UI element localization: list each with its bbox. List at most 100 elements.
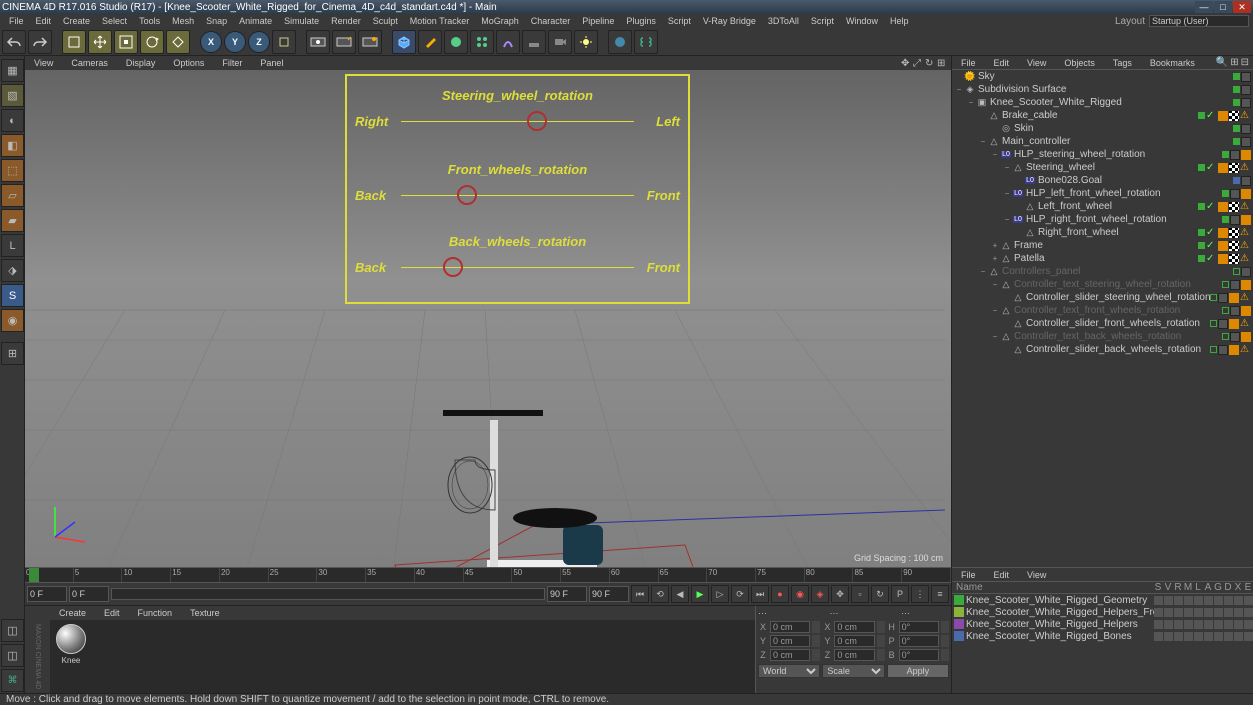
pos-z-input[interactable]	[770, 649, 810, 661]
z-axis-lock[interactable]: Z	[248, 31, 270, 53]
menu-mesh[interactable]: Mesh	[167, 16, 199, 26]
menu-pipeline[interactable]: Pipeline	[577, 16, 619, 26]
content-browser[interactable]	[608, 30, 632, 54]
coord-mode-1[interactable]: World	[758, 664, 820, 678]
material-item[interactable]: Knee	[54, 624, 88, 689]
expander-icon[interactable]: −	[990, 150, 1000, 159]
mat-menu-function[interactable]: Function	[133, 608, 178, 618]
tree-row[interactable]: +△Frame✓⚠	[952, 239, 1253, 252]
object-tags[interactable]: ⚠	[1210, 318, 1251, 329]
obj-menu-objects[interactable]: Objects	[1059, 58, 1100, 68]
vp-menu-display[interactable]: Display	[121, 58, 161, 68]
size-x-input[interactable]	[834, 621, 874, 633]
param-key[interactable]: P	[891, 585, 909, 603]
object-tags[interactable]	[1222, 332, 1251, 342]
tree-row[interactable]: L0Bone028.Goal	[952, 174, 1253, 187]
scale-tool[interactable]	[114, 30, 138, 54]
object-tags[interactable]: ✓⚠	[1198, 253, 1251, 264]
vp-menu-panel[interactable]: Panel	[255, 58, 288, 68]
render-picture-viewer[interactable]	[332, 30, 356, 54]
tree-row[interactable]: −△Controller_text_steering_wheel_rotatio…	[952, 278, 1253, 291]
array-tool[interactable]	[470, 30, 494, 54]
object-name[interactable]: Left_front_wheel	[1038, 201, 1198, 212]
tree-row[interactable]: −▣Knee_Scooter_White_Rigged	[952, 96, 1253, 109]
expander-icon[interactable]: −	[978, 137, 988, 146]
texture-mode[interactable]: ◐	[1, 109, 24, 132]
cube-primitive[interactable]	[392, 30, 416, 54]
tree-row[interactable]: △Controller_slider_back_wheels_rotation⚠	[952, 343, 1253, 356]
expander-icon[interactable]: +	[990, 241, 1000, 250]
layer-flags[interactable]	[1154, 620, 1253, 629]
viewport-layout-icon[interactable]: ⊞	[937, 58, 947, 68]
obj-menu-file[interactable]: File	[956, 58, 981, 68]
record-button[interactable]: ●	[771, 585, 789, 603]
tree-row[interactable]: 🌞Sky	[952, 70, 1253, 83]
time-marker[interactable]	[29, 568, 39, 582]
edge-mode[interactable]: ▱	[1, 184, 24, 207]
vp-menu-cameras[interactable]: Cameras	[66, 58, 113, 68]
rot-p-input[interactable]	[899, 635, 939, 647]
layer-flags[interactable]	[1154, 596, 1253, 605]
script-button[interactable]	[634, 30, 658, 54]
keyframe-sel-button[interactable]: ◈	[811, 585, 829, 603]
object-name[interactable]: Sky	[978, 71, 1233, 82]
minimize-button[interactable]: —	[1195, 1, 1213, 13]
object-name[interactable]: HLP_left_front_wheel_rotation	[1026, 188, 1222, 199]
undo-button[interactable]	[2, 30, 26, 54]
menu-create[interactable]: Create	[58, 16, 95, 26]
expander-icon[interactable]: −	[954, 85, 964, 94]
expander-icon[interactable]: −	[1002, 163, 1012, 172]
object-name[interactable]: Controller_text_back_wheels_rotation	[1014, 331, 1222, 342]
object-tags[interactable]	[1222, 150, 1251, 160]
autokey-button[interactable]: ◉	[791, 585, 809, 603]
pos-y-input[interactable]	[770, 635, 810, 647]
object-name[interactable]: Controller_text_front_wheels_rotation	[1014, 305, 1222, 316]
tree-row[interactable]: ◎Skin	[952, 122, 1253, 135]
render-settings[interactable]	[358, 30, 382, 54]
go-end-button[interactable]: ⏭	[751, 585, 769, 603]
menu-select[interactable]: Select	[97, 16, 132, 26]
pos-key[interactable]: ✥	[831, 585, 849, 603]
axis-mode[interactable]: L	[1, 234, 24, 257]
redo-button[interactable]	[28, 30, 52, 54]
object-name[interactable]: Brake_cable	[1002, 110, 1198, 121]
tree-row[interactable]: −△Controller_text_front_wheels_rotation	[952, 304, 1253, 317]
last-tool[interactable]	[166, 30, 190, 54]
object-tags[interactable]	[1222, 189, 1251, 199]
object-name[interactable]: Bone028.Goal	[1038, 175, 1233, 186]
range-end-input[interactable]	[547, 586, 587, 602]
expander-icon[interactable]: −	[990, 280, 1000, 289]
expander-icon[interactable]: −	[1002, 215, 1012, 224]
menu-script[interactable]: Script	[806, 16, 839, 26]
menu-edit[interactable]: Edit	[31, 16, 57, 26]
layer-flags[interactable]	[1154, 608, 1253, 617]
object-name[interactable]: Controllers_panel	[1002, 266, 1233, 277]
next-frame-button[interactable]: ▷	[711, 585, 729, 603]
obj-filter-icon[interactable]: ⊟	[1241, 57, 1249, 68]
tree-row[interactable]: −△Controllers_panel	[952, 265, 1253, 278]
menu-simulate[interactable]: Simulate	[279, 16, 324, 26]
object-tags[interactable]	[1233, 124, 1251, 134]
obj-menu-tags[interactable]: Tags	[1108, 58, 1137, 68]
end-frame-input[interactable]	[589, 586, 629, 602]
object-name[interactable]: Controller_text_steering_wheel_rotation	[1014, 279, 1222, 290]
swatch-2[interactable]: ◫	[1, 644, 24, 667]
layer-row[interactable]: Knee_Scooter_White_Rigged_Bones	[952, 630, 1253, 642]
object-tags[interactable]: ✓⚠	[1198, 110, 1251, 121]
layer-flags[interactable]	[1154, 632, 1253, 641]
swatch-1[interactable]: ◫	[1, 619, 24, 642]
camera-tool[interactable]	[548, 30, 572, 54]
light-tool[interactable]	[574, 30, 598, 54]
layer-menu-edit[interactable]: Edit	[989, 570, 1015, 580]
layer-row[interactable]: Knee_Scooter_White_Rigged_Helpers	[952, 618, 1253, 630]
tree-row[interactable]: △Left_front_wheel✓⚠	[952, 200, 1253, 213]
range-start-input[interactable]	[69, 586, 109, 602]
object-name[interactable]: Main_controller	[1002, 136, 1233, 147]
viewport-rotate-icon[interactable]: ↻	[925, 58, 935, 68]
viewport-nav-icon[interactable]: ✥	[901, 58, 911, 68]
expander-icon[interactable]: −	[990, 332, 1000, 341]
object-tags[interactable]: ⚠	[1210, 292, 1251, 303]
size-y-input[interactable]	[834, 635, 874, 647]
play-button[interactable]: ▶	[691, 585, 709, 603]
start-frame-input[interactable]	[27, 586, 67, 602]
